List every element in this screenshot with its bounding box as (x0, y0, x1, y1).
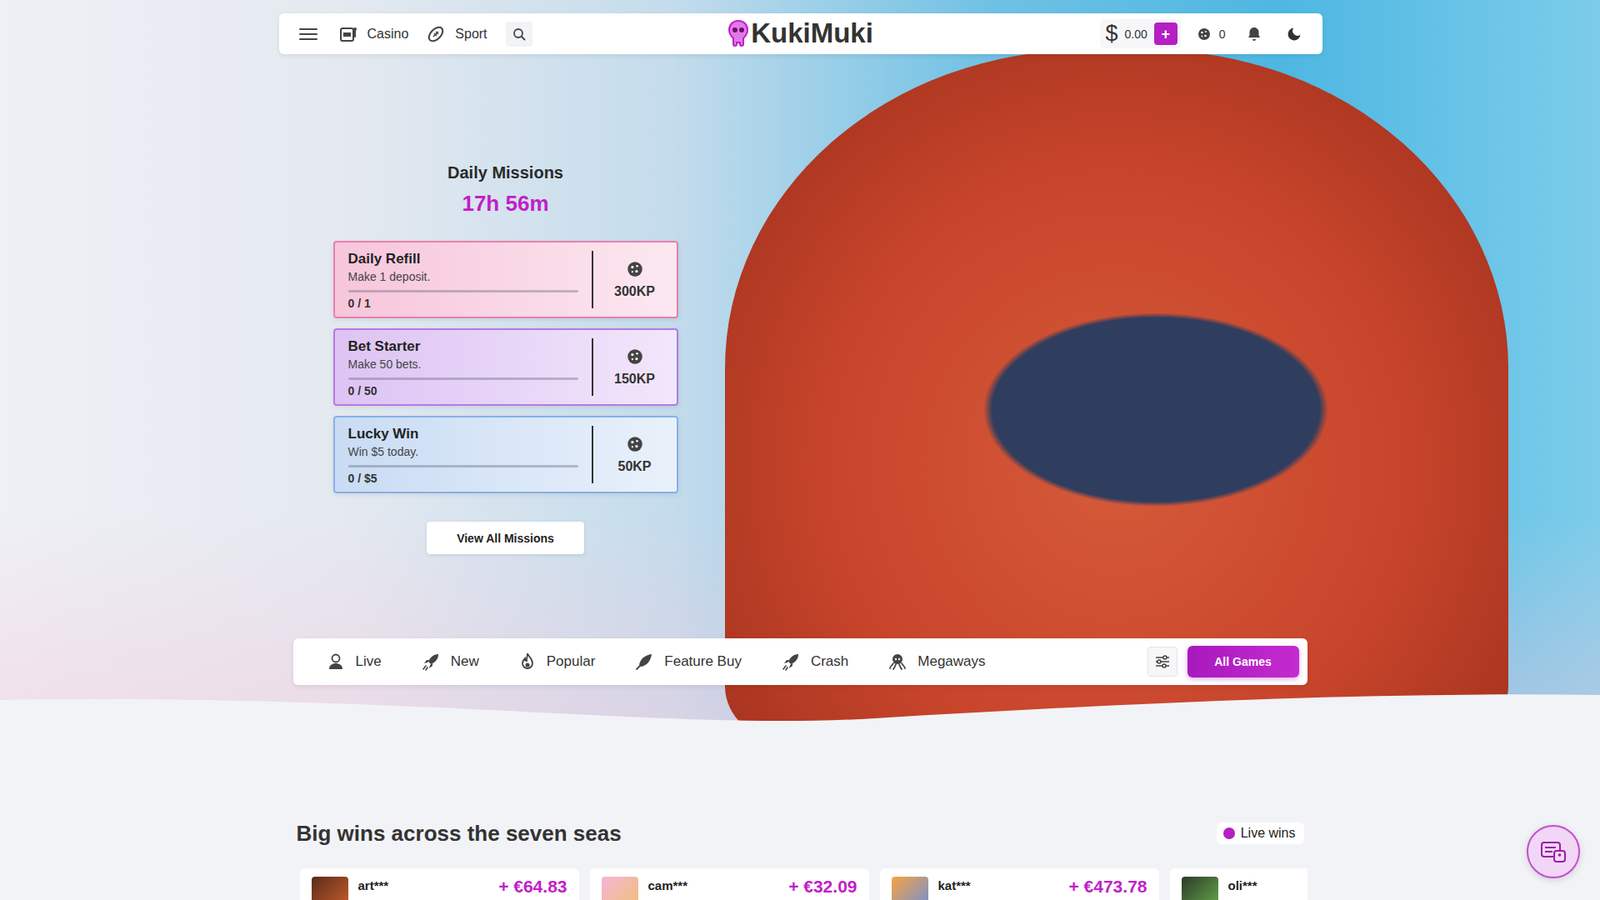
football-icon (426, 25, 445, 44)
feather-icon (635, 652, 654, 671)
moon-icon (1285, 25, 1303, 43)
game-thumbnail (311, 876, 349, 900)
game-thumbnail (1181, 876, 1219, 900)
mission-progress (348, 290, 579, 293)
deposit-button[interactable]: + (1154, 22, 1178, 45)
game-thumbnail (601, 876, 639, 900)
all-games-button[interactable]: All Games (1187, 645, 1300, 678)
wave-divider (0, 685, 1600, 744)
rocket-icon (421, 652, 440, 671)
category-tab[interactable]: Megaways (888, 649, 985, 675)
logo[interactable]: KukiMuki (727, 18, 874, 49)
filter-button[interactable] (1147, 646, 1178, 677)
category-tab[interactable]: Live (326, 649, 382, 675)
mission-progress (348, 377, 579, 380)
chat-icon (1540, 839, 1567, 865)
win-card[interactable]: cam*** + €32.09 (590, 868, 870, 900)
game-thumbnail (891, 876, 929, 900)
big-wins-title: Big wins across the seven seas (296, 820, 622, 847)
nav-link[interactable]: Casino (339, 25, 410, 43)
view-all-missions-button[interactable]: View All Missions (426, 521, 585, 555)
cookie-icon (1197, 27, 1211, 41)
category-bar: Live New Popular Feature Buy Crash Megaw… (293, 638, 1308, 685)
mission-card[interactable]: Bet Starter Make 50 bets. 0 / 50 150KP (333, 328, 679, 406)
slot-machine-icon (339, 25, 358, 43)
hero: Casino Sport KukiMuki $ 0.00 + 0 Daily M… (0, 0, 1600, 734)
cookie-icon (626, 348, 644, 365)
mission-reward: 150KP (593, 330, 677, 405)
category-tab[interactable]: Feature Buy (635, 649, 742, 675)
ghost-logo-icon (727, 19, 750, 48)
search-icon (512, 27, 526, 41)
bell-icon (1245, 25, 1263, 43)
theme-toggle[interactable] (1282, 22, 1306, 46)
flame-icon (519, 652, 536, 671)
category-tab[interactable]: Popular (519, 649, 596, 675)
octopus-icon (888, 652, 907, 671)
daily-missions: Daily Missions 17h 56m Daily Refill Make… (333, 162, 679, 555)
mission-reward: 50KP (593, 417, 677, 492)
mission-progress (348, 465, 579, 468)
mission-card[interactable]: Lucky Win Win $5 today. 0 / $5 50KP (333, 415, 679, 494)
big-wins: Big wins across the seven seas Live wins… (293, 733, 1308, 900)
win-card[interactable]: oli*** (1170, 868, 1308, 900)
page: Casino Sport KukiMuki $ 0.00 + 0 Daily M… (0, 0, 1600, 900)
missions-title: Daily Missions (447, 162, 564, 183)
support-chat-button[interactable] (1526, 825, 1580, 879)
category-tab[interactable]: New (421, 649, 480, 675)
cookie-icon (626, 260, 644, 278)
sliders-icon (1155, 655, 1170, 669)
notifications-button[interactable] (1242, 22, 1266, 46)
category-tab[interactable]: Crash (781, 649, 849, 675)
search-button[interactable] (505, 21, 533, 47)
points[interactable]: 0 (1197, 27, 1226, 41)
live-wins-badge[interactable]: Live wins (1216, 822, 1305, 845)
mission-card[interactable]: Daily Refill Make 1 deposit. 0 / 1 300KP (333, 240, 679, 319)
win-card[interactable]: art*** + €64.83 (300, 868, 580, 900)
rocket-icon (781, 652, 800, 671)
cookie-icon (626, 435, 644, 453)
menu-button[interactable] (295, 24, 321, 45)
hamburger-icon (299, 27, 318, 41)
win-card[interactable]: kat*** + €473.78 (880, 868, 1160, 900)
navbar: Casino Sport KukiMuki $ 0.00 + 0 (279, 13, 1323, 55)
balance: $ 0.00 + (1100, 19, 1180, 49)
missions-timer: 17h 56m (461, 190, 549, 216)
mission-reward: 300KP (593, 242, 677, 317)
nav-link[interactable]: Sport (426, 25, 487, 44)
dealer-icon (326, 652, 345, 671)
